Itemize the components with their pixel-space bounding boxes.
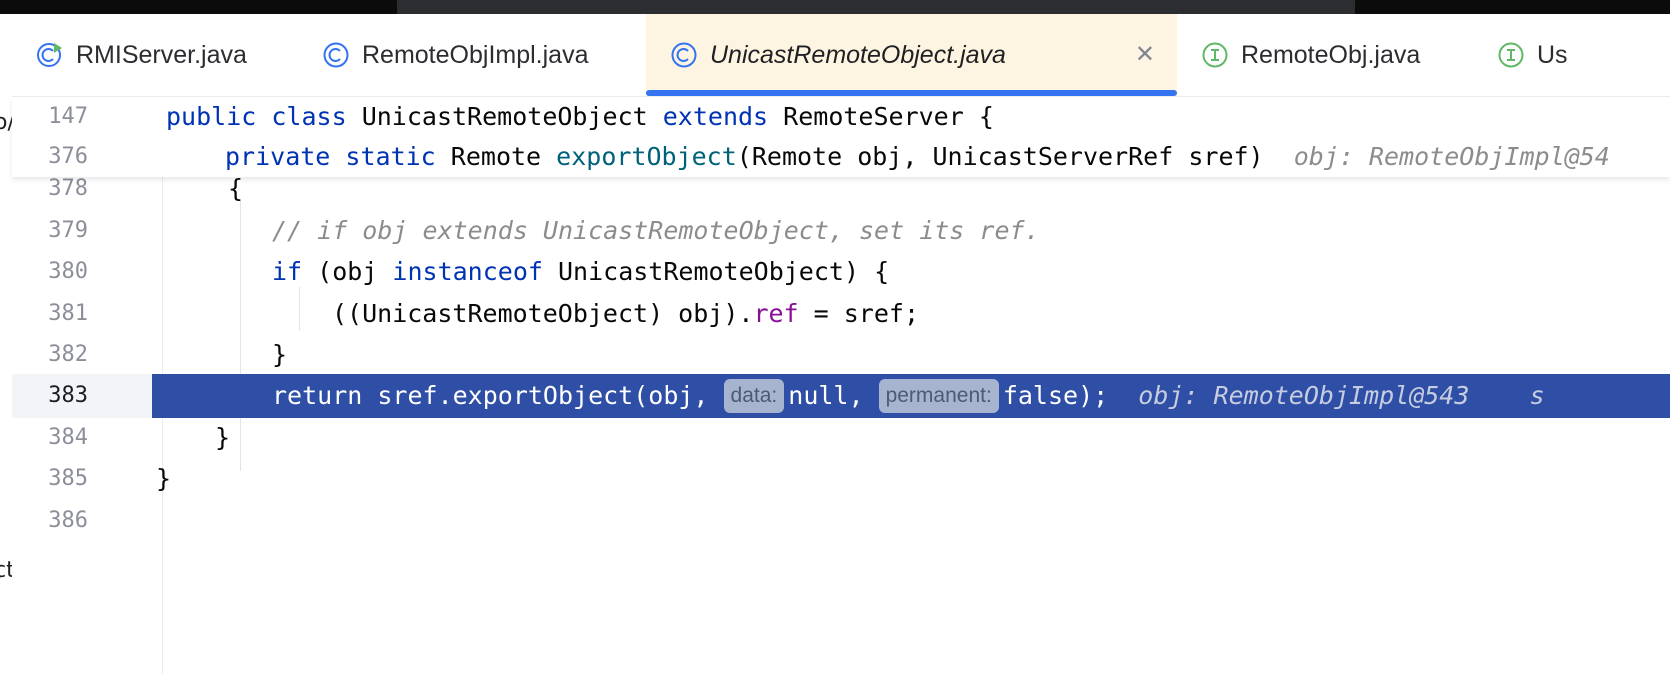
line-number: 380 <box>48 259 88 284</box>
code-line-380[interactable]: 380 if (obj instanceof UnicastRemoteObje… <box>12 250 1670 294</box>
code-line-379[interactable]: 379 // if obj extends UnicastRemoteObjec… <box>12 209 1670 253</box>
run-class-icon <box>37 43 62 67</box>
code-editor[interactable]: 147 public class UnicastRemoteObject ext… <box>12 97 1670 674</box>
tab-rmiserver[interactable]: RMIServer.java <box>12 14 302 96</box>
tab-label: RemoteObj.java <box>1241 40 1421 69</box>
code-line-383-execution-point[interactable]: 383 return sref.exportObject(obj, data: n… <box>12 374 1670 418</box>
code-line-384[interactable]: 384 } <box>12 416 1670 460</box>
debug-value-hint: obj: RemoteObjImpl@54 <box>1293 142 1610 171</box>
code-text: } <box>215 423 231 452</box>
tab-label: RMIServer.java <box>76 40 247 69</box>
sticky-line-147[interactable]: 147 public class UnicastRemoteObject ext… <box>12 97 1670 137</box>
tab-label: RemoteObjImpl.java <box>362 40 589 69</box>
line-number: 385 <box>48 466 88 491</box>
code-text: return sref.exportObject(obj, data: null,… <box>272 374 1545 418</box>
class-icon <box>671 42 697 68</box>
class-icon <box>323 42 349 68</box>
tab-overflow-partial[interactable]: Us <box>1473 14 1670 96</box>
line-number: 147 <box>48 104 88 129</box>
parameter-hint-permanent: permanent: <box>878 379 999 413</box>
interface-icon <box>1498 42 1524 68</box>
window-title-area <box>397 0 1355 14</box>
code-comment: // if obj extends UnicastRemoteObject, s… <box>272 216 1040 245</box>
editor-tab-bar: RMIServer.java RemoteObjImpl.java Unicas… <box>12 14 1670 97</box>
code-line-385[interactable]: 385 } <box>12 457 1670 501</box>
code-line-382[interactable]: 382 } <box>12 333 1670 377</box>
sticky-scroll-header[interactable]: 147 public class UnicastRemoteObject ext… <box>12 97 1670 177</box>
tab-unicastremoteobject[interactable]: UnicastRemoteObject.java ✕ <box>646 14 1177 96</box>
code-text: if (obj instanceof UnicastRemoteObject) … <box>272 257 890 286</box>
sticky-line-376[interactable]: 376 private static Remote exportObject(R… <box>12 137 1670 177</box>
debug-value-hint: obj: RemoteObjImpl@543 <box>1138 381 1470 410</box>
line-number: 376 <box>48 144 88 169</box>
tab-label: UnicastRemoteObject.java <box>710 40 1006 69</box>
close-tab-icon[interactable]: ✕ <box>1135 40 1155 68</box>
parameter-hint-data: data: <box>723 379 785 413</box>
code-line-381[interactable]: 381 ((UnicastRemoteObject) obj).ref = sr… <box>12 292 1670 336</box>
line-number: 381 <box>48 301 88 326</box>
tab-remoteobjimpl[interactable]: RemoteObjImpl.java <box>298 14 646 96</box>
line-number: 379 <box>48 218 88 243</box>
interface-icon <box>1202 42 1228 68</box>
line-number: 384 <box>48 425 88 450</box>
line-number: 383 <box>12 374 152 418</box>
tab-label: Us <box>1537 40 1568 69</box>
code-text: public class UnicastRemoteObject extends… <box>166 102 994 131</box>
active-tab-underline <box>646 90 1177 96</box>
code-text: private static Remote exportObject(Remot… <box>225 142 1610 171</box>
code-text: } <box>156 464 172 493</box>
code-line-386[interactable]: 386 <box>12 499 1670 543</box>
tab-remoteobj[interactable]: RemoteObj.java <box>1177 14 1485 96</box>
line-number: 382 <box>48 342 88 367</box>
code-text: } <box>272 340 288 369</box>
line-number: 386 <box>48 508 88 533</box>
code-text: ((UnicastRemoteObject) obj).ref = sref; <box>332 299 920 328</box>
window-top-strip <box>0 0 1670 14</box>
